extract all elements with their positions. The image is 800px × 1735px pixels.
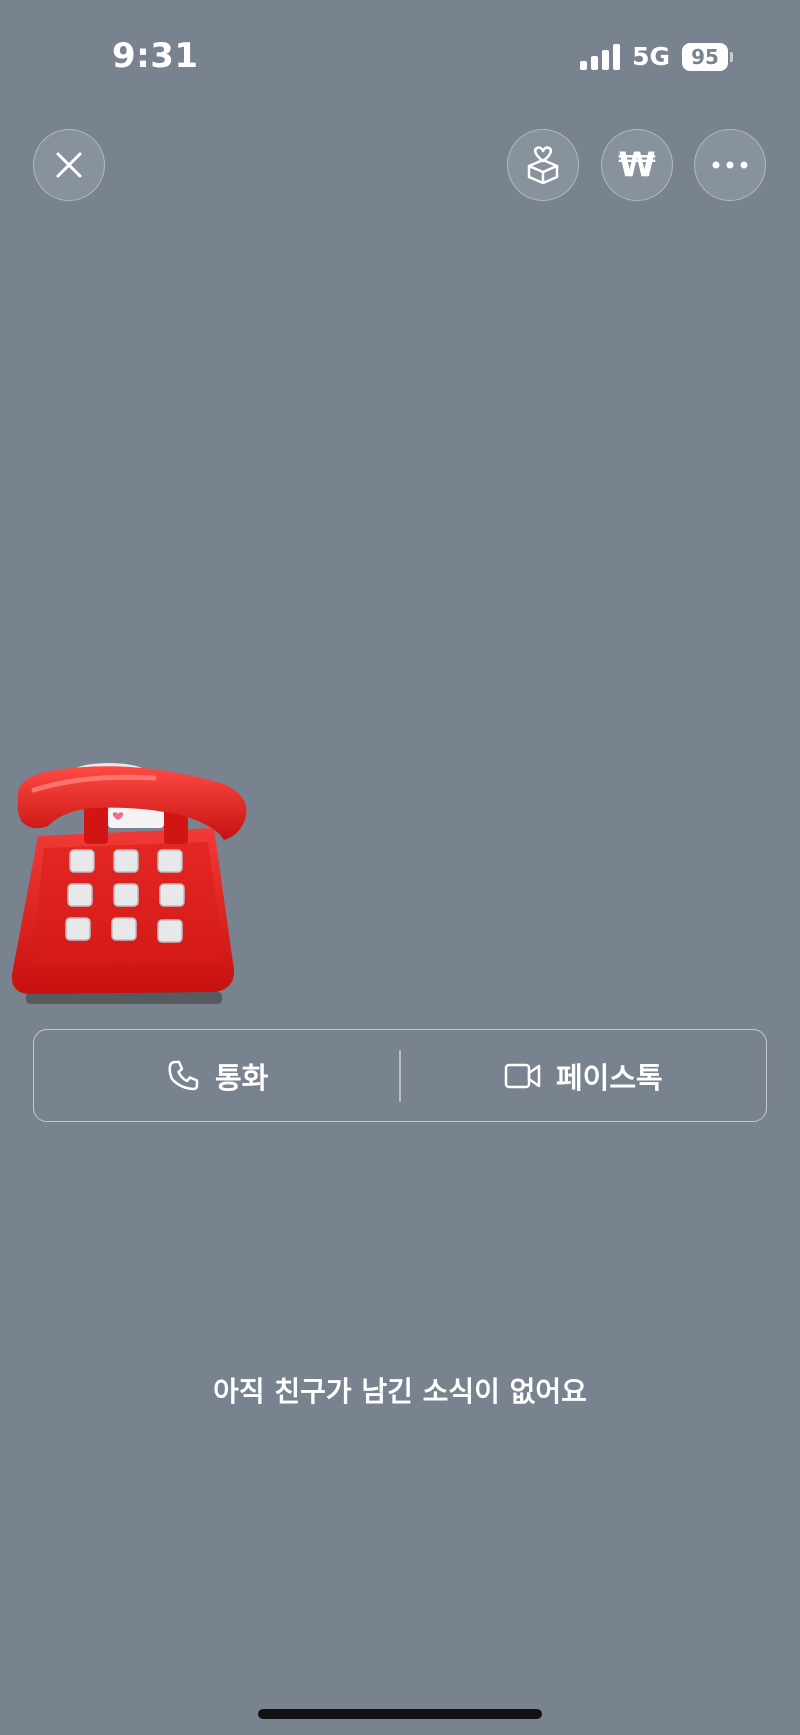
empty-state-message: 아직 친구가 남긴 소식이 없어요	[213, 1375, 587, 1408]
gift-box-heart-icon	[527, 146, 559, 185]
gift-button[interactable]	[507, 129, 579, 201]
more-options-button[interactable]	[694, 129, 766, 201]
status-indicators: 5G 95	[580, 42, 733, 71]
voice-call-label: 통화	[214, 1060, 269, 1095]
battery-icon: 95	[682, 42, 733, 71]
video-call-button[interactable]: 페이스톡	[401, 1030, 766, 1121]
signal-icon	[580, 43, 621, 70]
network-type: 5G	[632, 42, 670, 71]
battery-level: 95	[682, 42, 728, 71]
home-indicator[interactable]	[258, 1709, 542, 1719]
call-options-bar: 통화 페이스톡	[33, 1029, 767, 1122]
close-icon	[56, 152, 82, 178]
status-time: 9:31	[112, 36, 199, 76]
red-telephone-sticker	[11, 763, 247, 1004]
won-currency-icon: ₩	[618, 145, 656, 185]
video-call-label: 페이스톡	[556, 1060, 663, 1095]
more-dots-icon	[712, 161, 748, 169]
phone-icon	[168, 1060, 199, 1090]
video-camera-icon	[504, 1063, 541, 1088]
close-button[interactable]	[33, 129, 105, 201]
payment-button[interactable]: ₩	[601, 129, 673, 201]
voice-call-button[interactable]: 통화	[34, 1030, 399, 1121]
